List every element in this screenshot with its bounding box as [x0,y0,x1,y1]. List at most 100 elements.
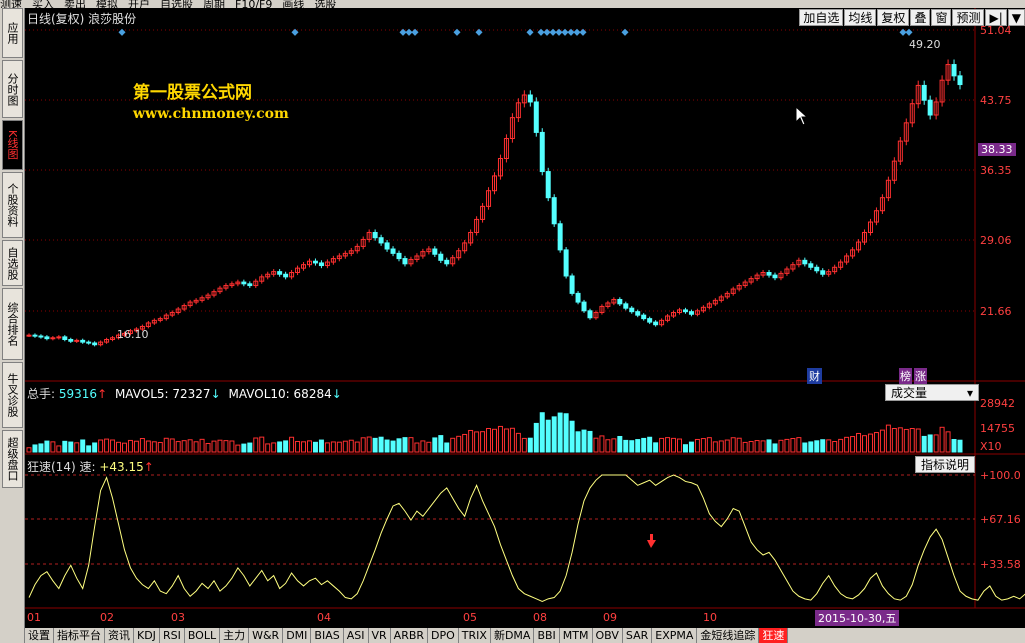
toolbar-button[interactable]: 均线 [844,9,877,26]
indicator-tab[interactable]: RSI [160,628,185,643]
volume-selector[interactable]: 成交量 ▾ [885,384,979,401]
indicator-tab[interactable]: BIAS [311,628,344,643]
volume-bar [867,433,873,453]
volume-bar [163,437,169,453]
volume-bar [151,441,157,453]
candle-body [820,270,826,275]
top-menu-item[interactable]: F10/F9 [235,0,272,8]
indicator-tab[interactable]: 金短线追踪 [697,628,760,643]
left-nav-item[interactable]: 自选股 [2,240,23,286]
candle-body [283,273,289,278]
top-menu-item[interactable]: 测速 [0,0,22,8]
volume-bar [736,437,742,453]
top-menu-item[interactable]: 画线 [282,0,304,8]
top-menu-item[interactable]: 开户 [128,0,150,8]
top-menu-item[interactable]: 周期 [203,0,225,8]
indicator-tab[interactable]: 设置 [25,628,54,643]
candle-body [241,281,247,285]
volume-bar [790,438,796,453]
volume-bar [205,442,211,453]
indicator-explain-button[interactable]: 指标说明 [915,456,976,473]
candle-body [957,75,963,86]
top-menu-item[interactable]: 自选股 [160,0,193,8]
left-nav-item[interactable]: K线图 [2,120,23,170]
top-menu-item[interactable]: 买入 [32,0,54,8]
left-nav-item[interactable]: 综合排名 [2,288,23,360]
indicator-tab[interactable]: 狂速 [759,628,789,643]
speed-line [28,474,1025,602]
candle-body [688,311,694,315]
indicator-tab[interactable]: ARBR [391,628,429,643]
toolbar-button[interactable]: 加自选 [799,9,844,26]
volume-bar [181,440,187,453]
candle-body [318,262,324,267]
volume-bar [903,428,909,453]
candle-body [551,197,557,225]
indicator-tab[interactable]: 新DMA [491,628,535,643]
volume-bar [372,437,378,453]
indicator-tab[interactable]: W&R [249,628,284,643]
left-nav-item[interactable]: 超级盘口 [2,430,23,488]
volume-bar [527,437,533,453]
candle-body [539,131,545,173]
top-menu-item[interactable]: 卖出 [64,0,86,8]
indicator-tab[interactable]: OBV [593,628,623,643]
volume-bar [682,444,688,453]
mavol5-label: MAVOL5: [114,387,169,401]
volume-bar [247,442,253,453]
top-menu: 测速 买入 卖出 模拟 开户 自选股 周期 F10/F9 画线 选股 [0,0,1025,8]
left-nav-item[interactable]: 牛叉诊股 [2,362,23,428]
finance-marker[interactable]: 财 [807,368,822,384]
indicator-tab[interactable]: TRIX [459,628,491,643]
left-nav-item[interactable]: 应用 [2,8,23,58]
toolbar-button[interactable]: 窗 [931,9,952,26]
indicator-tab[interactable]: VR [369,628,391,643]
indicator-tab[interactable]: MTM [560,628,593,643]
top-menu-item[interactable]: 模拟 [96,0,118,8]
volume-bar [671,437,677,453]
candle-body [68,339,74,342]
indicator-tab[interactable]: 主力 [220,628,250,643]
candle-body [38,335,44,338]
volume-bar [229,440,235,453]
volume-bar [814,440,820,453]
indicator-tab[interactable]: EXPMA [652,628,698,643]
left-nav-item[interactable]: 分时图 [2,60,23,118]
volume-bar [748,440,754,453]
volume-selector-label: 成交量 [891,386,928,400]
volume-bar [38,443,44,453]
candle-body [641,314,647,320]
left-nav: 应用 分时图 K线图 个股资料 自选股 综合排名 牛叉诊股 超级盘口 [0,8,25,643]
indicator-tab[interactable]: 资讯 [105,628,134,643]
indicator-tab[interactable]: ASI [344,628,369,643]
volume-bar [301,441,307,453]
rank-marker[interactable]: 榜 [899,368,912,384]
chart-area[interactable]: 日线(复权) 浪莎股份 加自选 均线 复权叠窗预测 ▶| ▼ 第一股票公式网 www.c… [25,8,1025,630]
left-nav-item[interactable]: 个股资料 [2,172,23,238]
volume-bar [497,425,503,453]
indicator-tab[interactable]: BBI [534,628,560,643]
volume-bar [503,428,509,453]
volume-bar [659,437,665,453]
toolbar-button[interactable]: 叠 [910,9,931,26]
volume-bar [50,441,56,453]
candle-body [56,336,62,339]
indicator-tab[interactable]: 指标平台 [54,628,105,643]
volume-bar [420,440,426,453]
volume-bar [766,439,772,453]
top-menu-item[interactable]: 选股 [314,0,336,8]
indicator-tab[interactable]: DMI [283,628,312,643]
volume-bar [784,438,790,453]
volume-bar [80,439,86,453]
volume-bar [62,440,68,453]
indicator-tab[interactable]: KDJ [134,628,160,643]
toolbar-button[interactable]: 复权 [877,9,910,26]
signal-diamond [621,28,629,36]
volume-bar [199,438,205,453]
indicator-tab[interactable]: SAR [623,628,653,643]
indicator-tab[interactable]: DPO [428,628,459,643]
indicator-tab[interactable]: BOLL [185,628,221,643]
volume-bar [98,439,104,453]
volume-total-label: 总手: [27,387,56,401]
rise-marker[interactable]: 涨 [914,368,927,384]
